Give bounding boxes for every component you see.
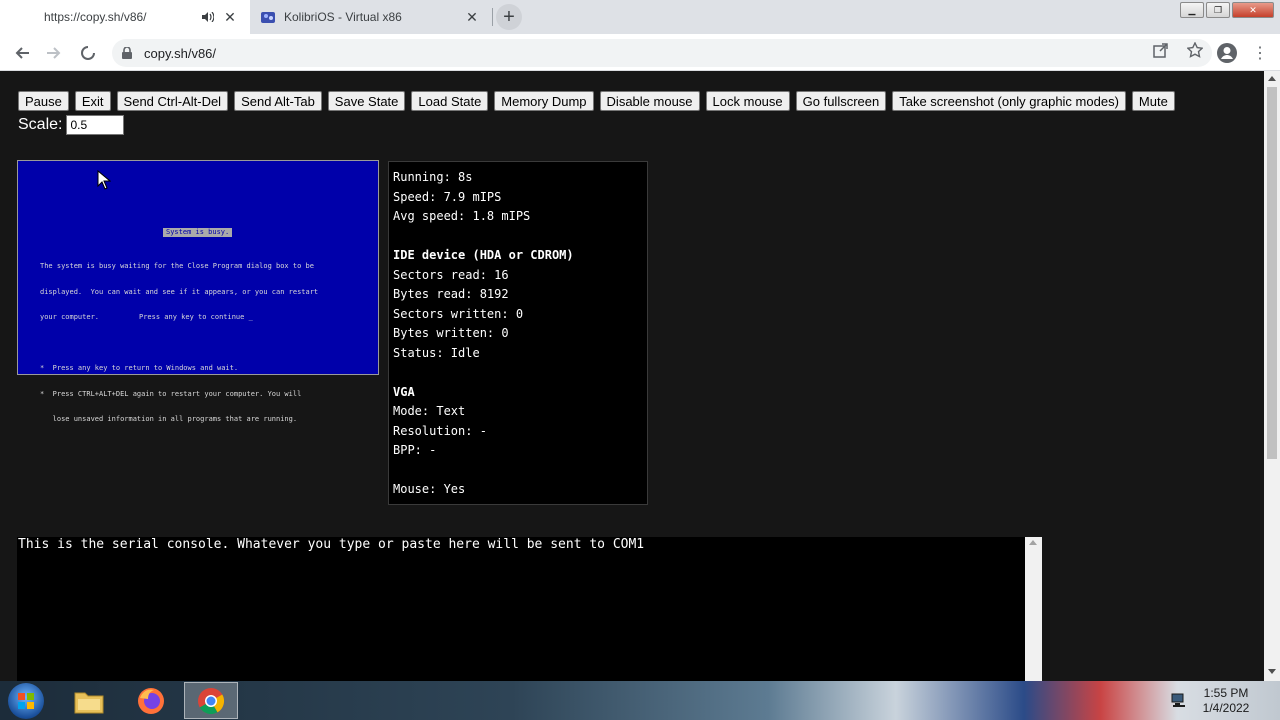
scroll-down-arrow-icon[interactable]: [1268, 669, 1276, 674]
folder-icon: [74, 692, 104, 713]
profile-avatar-icon[interactable]: [1216, 42, 1238, 64]
speaker-icon[interactable]: [200, 9, 216, 25]
scroll-up-arrow-icon[interactable]: [1268, 76, 1276, 81]
save-state-button[interactable]: Save State: [327, 91, 406, 111]
take-screenshot-button[interactable]: Take screenshot (only graphic modes): [892, 91, 1126, 111]
scale-row: Scale:: [18, 115, 125, 135]
address-bar[interactable]: [112, 39, 1212, 67]
close-window-button[interactable]: ✕: [1232, 2, 1274, 18]
browser-toolbar: ⋮: [0, 34, 1280, 71]
stat-avg-speed: Avg speed: 1.8 mIPS: [393, 209, 531, 223]
tab-title: https://copy.sh/v86/: [44, 10, 147, 24]
clock-time: 1:55 PM: [1203, 686, 1249, 700]
stat-resolution: Resolution: -: [393, 423, 487, 438]
stat-speed: Speed: 7.9 mIPS: [393, 189, 502, 204]
disable-mouse-button[interactable]: Disable mouse: [599, 91, 700, 111]
stat-sectors-written: Sectors written: 0: [393, 306, 524, 321]
vm-line: [40, 339, 360, 348]
clock-date: 1/4/2022: [1202, 701, 1250, 715]
tab-copy-sh[interactable]: https://copy.sh/v86/ ✕: [0, 0, 250, 34]
start-button[interactable]: [8, 683, 44, 719]
share-icon[interactable]: [1150, 39, 1172, 61]
close-tab-icon[interactable]: ✕: [222, 9, 238, 25]
exit-button[interactable]: Exit: [74, 91, 111, 111]
page-scrollbar[interactable]: [1264, 71, 1280, 681]
stat-running: Running: 8s: [393, 170, 473, 184]
vm-message: The system is busy waiting for the Close…: [40, 245, 360, 441]
stat-status: Status: Idle: [393, 345, 480, 360]
vm-line: The system is busy waiting for the Close…: [40, 262, 314, 270]
omnibox-actions: [1150, 39, 1206, 61]
go-fullscreen-button[interactable]: Go fullscreen: [795, 91, 887, 111]
browser-tabstrip: https://copy.sh/v86/ ✕ KolibriOS - Virtu…: [0, 0, 1280, 34]
tab-kolibrios[interactable]: KolibriOS - Virtual x86 ✕: [250, 0, 492, 34]
serial-console-text: This is the serial console. Whatever you…: [18, 537, 645, 552]
stats-panel: Running: 8s Speed: 7.9 mIPS Avg speed: 1…: [388, 161, 648, 505]
stat-bytes-written: Bytes written: 0: [393, 326, 509, 340]
scroll-thumb[interactable]: [1267, 87, 1277, 459]
url-input[interactable]: [142, 44, 1046, 62]
scale-input[interactable]: [66, 115, 125, 135]
chrome-icon: [198, 687, 225, 714]
mouse-cursor-icon: [97, 170, 111, 190]
send-ctrl-alt-del-button[interactable]: Send Ctrl-Alt-Del: [116, 91, 229, 111]
pause-button[interactable]: Pause: [18, 91, 69, 111]
close-tab-icon[interactable]: ✕: [464, 9, 480, 25]
stat-mouse: Mouse: Yes: [393, 482, 466, 496]
scroll-up-arrow-icon[interactable]: [1029, 540, 1037, 545]
loading-spinner-icon[interactable]: [76, 41, 100, 65]
taskbar-clock[interactable]: 1:55 PM 1/4/2022: [1196, 686, 1256, 716]
vm-banner: System is busy.: [163, 228, 233, 237]
vm-line: * Press CTRL+ALT+DEL again to restart yo…: [40, 389, 302, 398]
tab-title: KolibriOS - Virtual x86: [284, 10, 402, 24]
taskbar: 1:55 PM 1/4/2022: [0, 681, 1280, 720]
firefox-icon: [138, 687, 164, 714]
back-arrow-icon[interactable]: [10, 41, 34, 65]
load-state-button[interactable]: Load State: [411, 91, 489, 111]
minimize-button[interactable]: ▁: [1180, 2, 1204, 18]
vm-line: displayed. You can wait and see if it ap…: [40, 287, 319, 296]
vm-continue-text: Press any key to continue _: [139, 313, 253, 321]
windows-logo-icon: [18, 693, 34, 709]
stat-sectors-read: Sectors read: 16: [393, 267, 509, 282]
window-controls: ▁ ❐ ✕: [1180, 2, 1274, 18]
emulator-controls: Pause Exit Send Ctrl-Alt-Del Send Alt-Ta…: [18, 91, 1175, 111]
memory-dump-button[interactable]: Memory Dump: [494, 91, 594, 111]
lock-mouse-button[interactable]: Lock mouse: [705, 91, 790, 111]
stat-mode: Mode: Text: [393, 404, 466, 418]
bookmark-star-icon[interactable]: [1184, 39, 1206, 61]
serial-scrollbar[interactable]: [1025, 537, 1042, 681]
stat-bytes-read: Bytes read: 8192: [393, 287, 509, 301]
forward-arrow-icon[interactable]: [42, 41, 66, 65]
ide-header: IDE device (HDA or CDROM): [393, 248, 574, 262]
vm-line: * Press any key to return to Windows and…: [40, 364, 239, 372]
new-tab-button[interactable]: +: [496, 4, 522, 30]
menu-dots-icon[interactable]: ⋮: [1252, 42, 1268, 64]
mute-button[interactable]: Mute: [1131, 91, 1175, 111]
lock-icon[interactable]: [120, 46, 134, 60]
send-alt-tab-button[interactable]: Send Alt-Tab: [234, 91, 322, 111]
restore-button[interactable]: ❐: [1206, 2, 1230, 18]
tab-separator: [492, 8, 493, 26]
chrome-taskbar-button[interactable]: [184, 682, 238, 719]
firefox-taskbar-button[interactable]: [124, 682, 178, 719]
kolibri-favicon-icon: [260, 9, 276, 25]
vm-line: lose unsaved information in all programs…: [40, 415, 298, 423]
explorer-taskbar-button[interactable]: [62, 682, 116, 719]
vm-screen[interactable]: System is busy. The system is busy waiti…: [17, 160, 379, 423]
serial-console[interactable]: This is the serial console. Whatever you…: [17, 537, 1042, 681]
network-icon[interactable]: [1170, 691, 1188, 709]
scale-label: Scale:: [18, 116, 63, 133]
stat-bpp: BPP: -: [393, 443, 437, 457]
page-content: Pause Exit Send Ctrl-Alt-Del Send Alt-Ta…: [0, 71, 1264, 681]
vga-header: VGA: [393, 384, 415, 399]
